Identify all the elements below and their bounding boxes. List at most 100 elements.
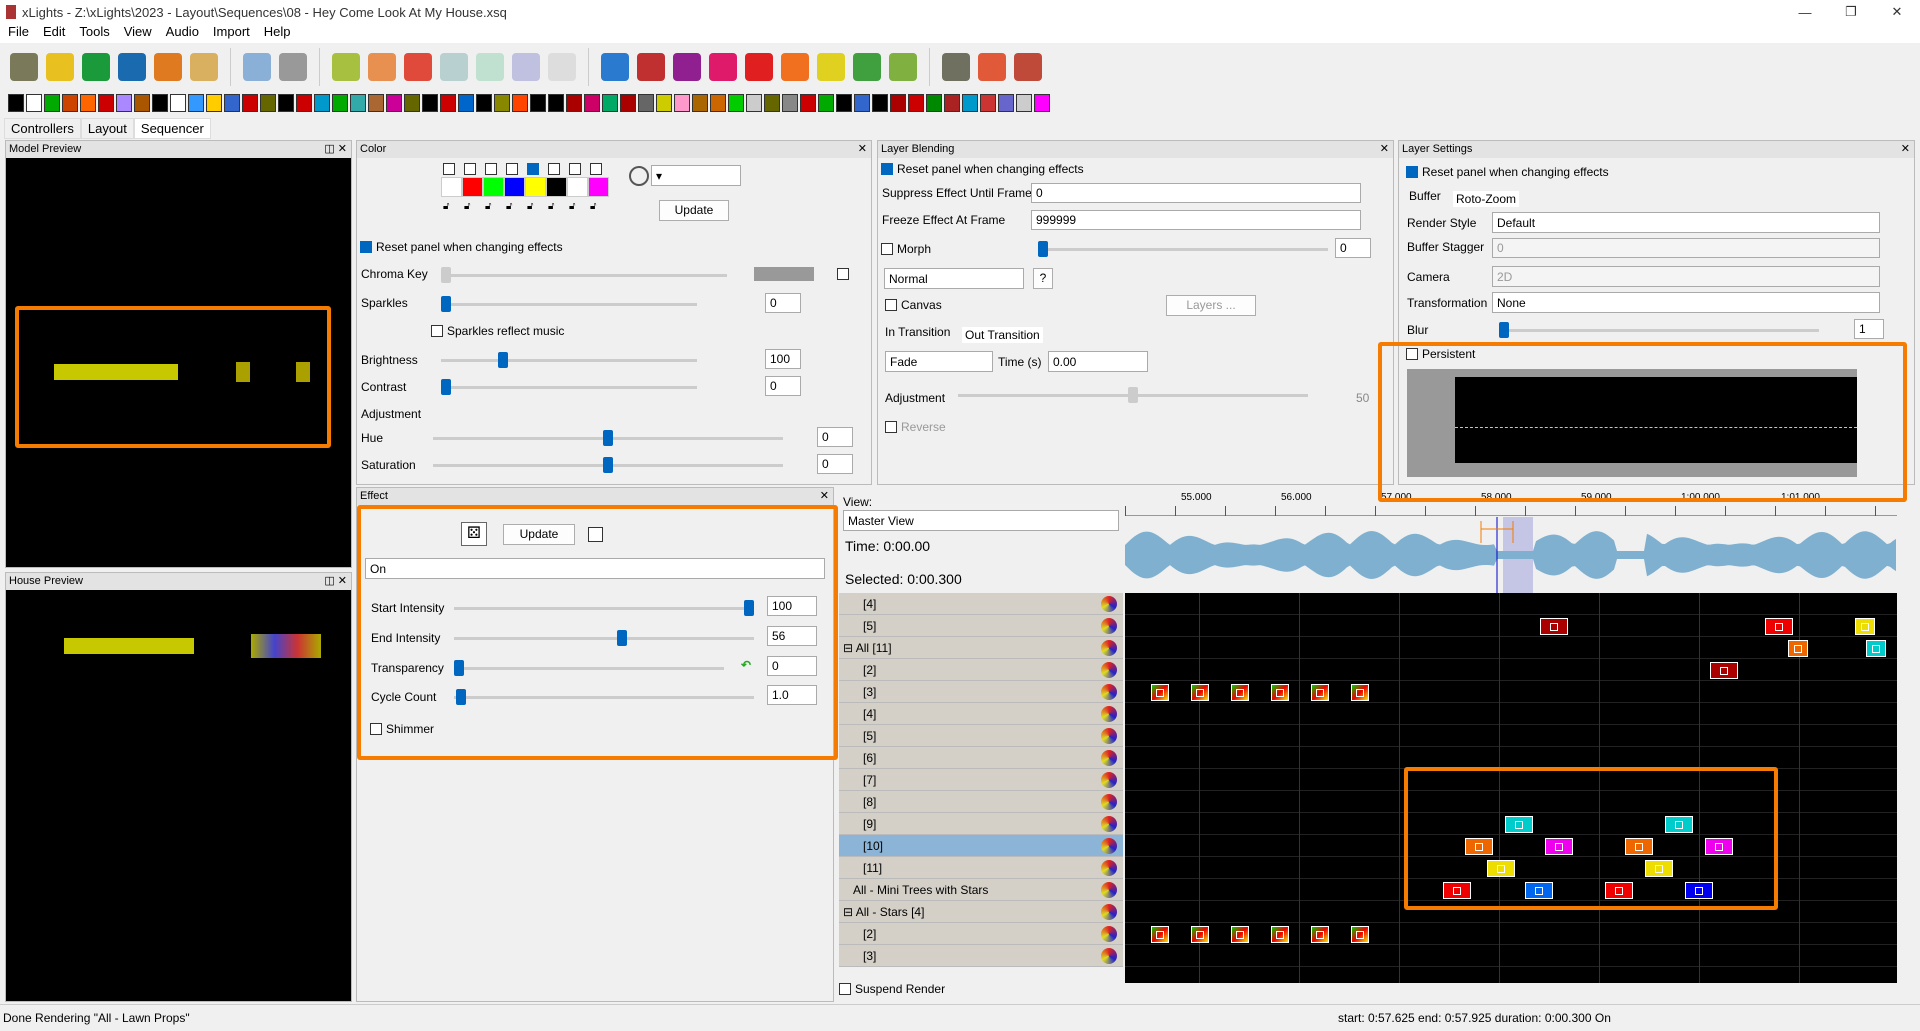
toolbar-button-icon[interactable] xyxy=(190,53,218,81)
effect-type-icon[interactable] xyxy=(260,94,276,112)
effect-type-icon[interactable] xyxy=(548,94,564,112)
effect-block[interactable] xyxy=(1151,926,1169,943)
transformation-dropdown[interactable]: None xyxy=(1492,292,1880,313)
render-style-icon[interactable] xyxy=(1101,750,1117,766)
hue-input[interactable]: 0 xyxy=(817,427,853,447)
toolbar-button-icon[interactable] xyxy=(243,53,271,81)
close-icon[interactable]: ✕ xyxy=(820,488,829,505)
effect-block[interactable] xyxy=(1231,684,1249,701)
canvas-checkbox[interactable] xyxy=(885,299,897,311)
tab-controllers[interactable]: Controllers xyxy=(4,118,81,139)
effect-type-icon[interactable] xyxy=(440,94,456,112)
render-style-icon[interactable] xyxy=(1101,838,1117,854)
toolbar-button-icon[interactable] xyxy=(118,53,146,81)
color-swatch[interactable] xyxy=(567,177,588,197)
effect-block[interactable] xyxy=(1788,640,1808,657)
color-checkbox[interactable] xyxy=(506,163,518,175)
color-swatch[interactable] xyxy=(525,177,546,197)
tab-out-transition[interactable]: Out Transition xyxy=(962,327,1043,343)
toolbar-button-icon[interactable] xyxy=(46,53,74,81)
lock-icon[interactable]: 🔓︎ xyxy=(527,201,533,212)
row-header[interactable]: [4] xyxy=(839,593,1123,615)
effect-type-icon[interactable] xyxy=(566,94,582,112)
color-swatch[interactable] xyxy=(462,177,483,197)
effect-block[interactable] xyxy=(1540,618,1568,635)
effect-block[interactable] xyxy=(1855,618,1875,635)
toolbar-button-icon[interactable] xyxy=(978,53,1006,81)
refresh-palette-icon[interactable] xyxy=(629,166,649,186)
effect-block[interactable] xyxy=(1311,684,1329,701)
chroma-checkbox[interactable] xyxy=(837,268,849,280)
morph-checkbox[interactable] xyxy=(881,243,893,255)
row-header[interactable]: [11] xyxy=(839,857,1123,879)
toolbar-button-icon[interactable] xyxy=(154,53,182,81)
effect-block[interactable] xyxy=(1231,926,1249,943)
effect-type-icon[interactable] xyxy=(314,94,330,112)
row-header[interactable]: [2] xyxy=(839,659,1123,681)
toolbar-button-icon[interactable] xyxy=(512,53,540,81)
row-header[interactable]: [8] xyxy=(839,791,1123,813)
effect-type-icon[interactable] xyxy=(296,94,312,112)
render-style-icon[interactable] xyxy=(1101,596,1117,612)
close-icon[interactable]: ◫ ✕ xyxy=(324,141,347,158)
effect-type-icon[interactable] xyxy=(710,94,726,112)
effect-type-icon[interactable] xyxy=(656,94,672,112)
saturation-input[interactable]: 0 xyxy=(817,454,853,474)
color-checkbox[interactable] xyxy=(590,163,602,175)
render-style-icon[interactable] xyxy=(1101,816,1117,832)
close-icon[interactable]: ✕ xyxy=(1380,141,1389,158)
effect-type-icon[interactable] xyxy=(692,94,708,112)
effect-type-icon[interactable] xyxy=(1034,94,1050,112)
effect-block[interactable] xyxy=(1351,926,1369,943)
toolbar-button-icon[interactable] xyxy=(332,53,360,81)
toolbar-button-icon[interactable] xyxy=(889,53,917,81)
color-swatch[interactable] xyxy=(504,177,525,197)
toolbar-button-icon[interactable] xyxy=(601,53,629,81)
effect-type-icon[interactable] xyxy=(170,94,186,112)
blend-mode-dropdown[interactable]: Normal xyxy=(884,268,1024,289)
effect-block[interactable] xyxy=(1351,684,1369,701)
effect-type-icon[interactable] xyxy=(26,94,42,112)
effect-block[interactable] xyxy=(1271,926,1289,943)
effect-type-icon[interactable] xyxy=(854,94,870,112)
row-header[interactable]: ⊟ All - Stars [4] xyxy=(839,901,1123,923)
effect-type-icon[interactable] xyxy=(998,94,1014,112)
effect-type-icon[interactable] xyxy=(602,94,618,112)
transition-dropdown[interactable]: Fade xyxy=(885,351,993,372)
effect-type-icon[interactable] xyxy=(800,94,816,112)
effect-type-icon[interactable] xyxy=(908,94,924,112)
render-style-icon[interactable] xyxy=(1101,860,1117,876)
render-style-icon[interactable] xyxy=(1101,662,1117,678)
waveform[interactable] xyxy=(1125,517,1897,593)
row-header[interactable]: All - Mini Trees with Stars xyxy=(839,879,1123,901)
render-style-icon[interactable] xyxy=(1101,794,1117,810)
color-checkbox[interactable] xyxy=(485,163,497,175)
effect-type-icon[interactable] xyxy=(44,94,60,112)
blur-slider[interactable] xyxy=(1499,322,1509,338)
maximize-button[interactable]: ❐ xyxy=(1828,4,1874,20)
effect-type-icon[interactable] xyxy=(350,94,366,112)
sparkles-slider[interactable] xyxy=(441,296,451,312)
menu-audio[interactable]: Audio xyxy=(166,24,199,43)
lock-icon[interactable]: 🔓︎ xyxy=(569,201,575,212)
toolbar-button-icon[interactable] xyxy=(745,53,773,81)
time-dropdown[interactable]: 0.00 xyxy=(1048,351,1148,372)
reset-checkbox[interactable] xyxy=(360,241,372,253)
minimize-button[interactable]: — xyxy=(1782,5,1828,20)
house-preview-canvas[interactable] xyxy=(6,590,351,1001)
suspend-render-checkbox[interactable] xyxy=(839,983,851,995)
toolbar-button-icon[interactable] xyxy=(548,53,576,81)
effect-type-icon[interactable] xyxy=(458,94,474,112)
sparkles-input[interactable]: 0 xyxy=(765,293,801,313)
freeze-input[interactable]: 999999 xyxy=(1031,210,1361,230)
effect-block[interactable] xyxy=(1271,684,1289,701)
menu-view[interactable]: View xyxy=(124,24,152,43)
toolbar-button-icon[interactable] xyxy=(1014,53,1042,81)
effect-type-icon[interactable] xyxy=(224,94,240,112)
effect-type-icon[interactable] xyxy=(62,94,78,112)
close-icon[interactable]: ✕ xyxy=(858,141,867,158)
color-checkbox[interactable] xyxy=(569,163,581,175)
toolbar-button-icon[interactable] xyxy=(476,53,504,81)
menu-edit[interactable]: Edit xyxy=(43,24,65,43)
effect-type-icon[interactable] xyxy=(872,94,888,112)
